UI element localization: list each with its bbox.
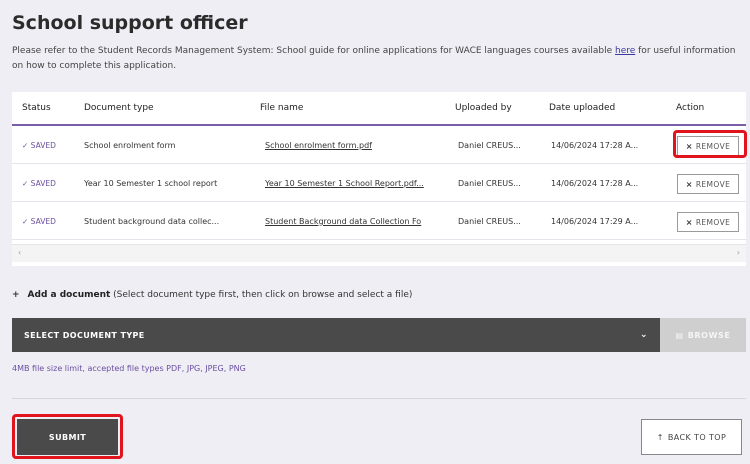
horizontal-scrollbar[interactable]: ‹ › (12, 244, 746, 262)
documents-table: Status Document type File name Uploaded … (12, 92, 746, 266)
browse-button[interactable]: ▤ BROWSE (660, 318, 746, 352)
back-to-top-label: BACK TO TOP (667, 432, 727, 442)
remove-button[interactable]: × REMOVE (677, 174, 739, 194)
table-row: ✓ SAVED Year 10 Semester 1 school report… (12, 166, 746, 202)
file-limit-text: 4MB file size limit, accepted file types… (12, 364, 246, 373)
remove-label: REMOVE (695, 179, 731, 189)
document-type: Student background data collec... (84, 217, 220, 226)
page: School support officer Please refer to t… (0, 0, 750, 464)
add-document-hint: (Select document type first, then click … (110, 290, 413, 300)
intro-text: Please refer to the Student Records Mana… (12, 44, 742, 74)
header-status: Status (22, 103, 51, 113)
add-document[interactable]: + Add a document (Select document type fi… (12, 290, 412, 300)
table-header: Status Document type File name Uploaded … (12, 92, 746, 126)
table-row: ✓ SAVED Student background data collec..… (12, 204, 746, 240)
remove-label: REMOVE (695, 217, 731, 227)
remove-button[interactable]: × REMOVE (677, 136, 739, 156)
scroll-right-icon[interactable]: › (737, 248, 740, 257)
chevron-down-icon: ⌄ (640, 330, 648, 340)
file-icon: ▤ (675, 330, 684, 340)
uploaded-by: Daniel CREUS... (458, 217, 521, 226)
back-to-top-button[interactable]: ↑ BACK TO TOP (641, 419, 742, 455)
plus-icon: + (12, 290, 20, 300)
browse-label: BROWSE (687, 330, 731, 340)
status-badge: ✓ SAVED (22, 141, 56, 150)
here-link[interactable]: here (615, 46, 635, 56)
document-type: School enrolment form (84, 141, 176, 150)
status-badge: ✓ SAVED (22, 217, 56, 226)
file-link[interactable]: Student Background data Collection Fo (265, 217, 453, 226)
add-document-label: Add a document (27, 290, 111, 300)
close-icon: × (685, 141, 693, 151)
header-file-name: File name (260, 103, 304, 113)
table-row: ✓ SAVED School enrolment form School enr… (12, 128, 746, 164)
header-date-uploaded: Date uploaded (549, 103, 616, 113)
header-uploaded-by: Uploaded by (455, 103, 512, 113)
scroll-left-icon[interactable]: ‹ (18, 248, 21, 257)
status-badge: ✓ SAVED (22, 179, 56, 188)
document-type-select[interactable]: SELECT DOCUMENT TYPE ⌄ (12, 318, 660, 352)
arrow-up-icon: ↑ (656, 432, 664, 442)
uploaded-by: Daniel CREUS... (458, 179, 521, 188)
remove-button[interactable]: × REMOVE (677, 212, 739, 232)
select-value: SELECT DOCUMENT TYPE (24, 330, 145, 340)
close-icon: × (685, 217, 693, 227)
page-title: School support officer (12, 12, 248, 34)
file-link[interactable]: Year 10 Semester 1 School Report.pdf... (265, 179, 453, 188)
close-icon: × (685, 179, 693, 189)
date-uploaded: 14/06/2024 17:28 A... (551, 179, 639, 188)
file-link[interactable]: School enrolment form.pdf (265, 141, 445, 150)
document-type: Year 10 Semester 1 school report (84, 179, 218, 188)
submit-button[interactable]: SUBMIT (17, 419, 118, 455)
date-uploaded: 14/06/2024 17:28 A... (551, 141, 639, 150)
intro-text-start: Please refer to the Student Records Mana… (12, 46, 615, 56)
date-uploaded: 14/06/2024 17:29 A... (551, 217, 639, 226)
header-document-type: Document type (84, 103, 154, 113)
divider (12, 398, 746, 399)
uploaded-by: Daniel CREUS... (458, 141, 521, 150)
header-action: Action (676, 103, 705, 113)
remove-label: REMOVE (695, 141, 731, 151)
